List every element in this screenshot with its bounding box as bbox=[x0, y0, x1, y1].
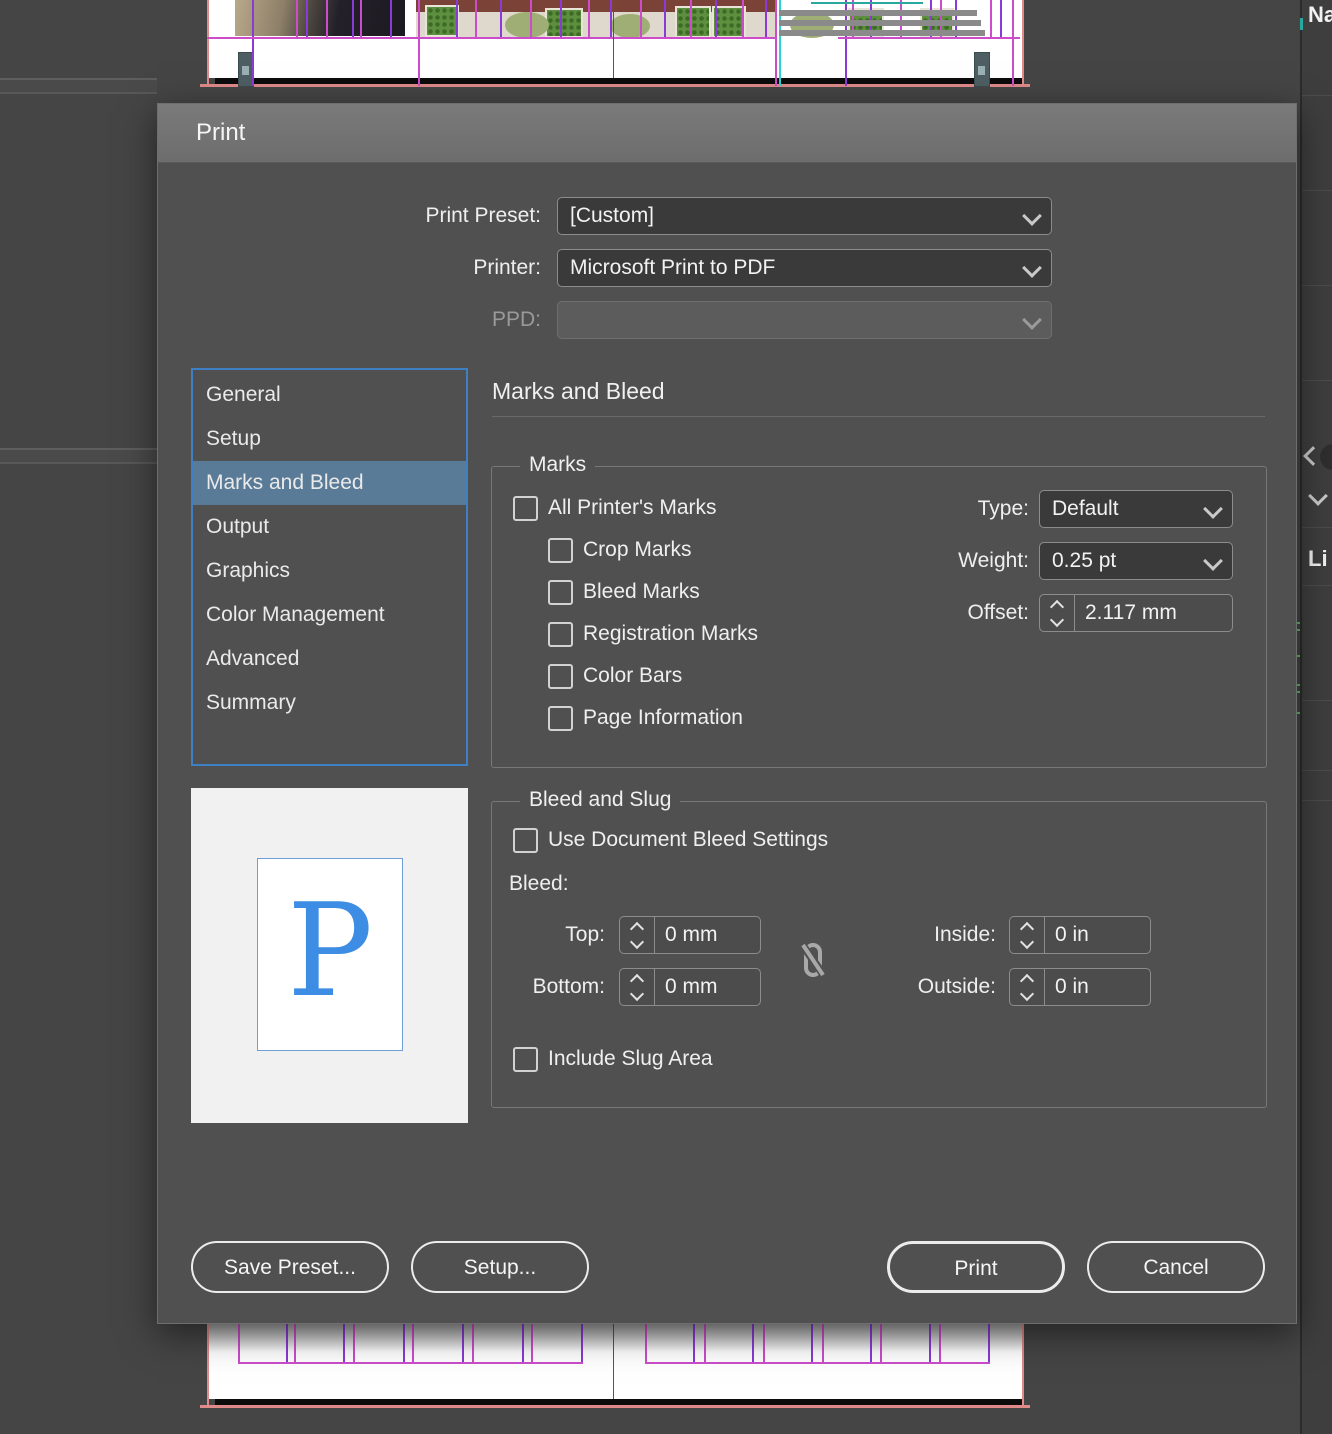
app-panel-separator bbox=[0, 78, 157, 94]
cancel-button[interactable]: Cancel bbox=[1087, 1241, 1265, 1293]
settings-section-list: General Setup Marks and Bleed Output Gra… bbox=[191, 368, 468, 766]
page-marker-right bbox=[974, 52, 990, 87]
sidebar-item-output[interactable]: Output bbox=[193, 505, 466, 549]
bleed-and-slug-legend: Bleed and Slug bbox=[520, 788, 681, 812]
bleed-inside-value[interactable]: 0 in bbox=[1045, 917, 1150, 953]
dialog-shadow-on-page bbox=[207, 1322, 1022, 1352]
spin-down-icon[interactable] bbox=[1019, 934, 1035, 949]
page-information-label: Page Information bbox=[583, 706, 743, 729]
sidebar-item-advanced[interactable]: Advanced bbox=[193, 637, 466, 681]
printer-label: Printer: bbox=[473, 256, 541, 279]
color-bars-checkbox[interactable] bbox=[548, 664, 573, 689]
use-document-bleed-checkbox[interactable] bbox=[513, 828, 538, 853]
print-preset-label: Print Preset: bbox=[425, 204, 541, 227]
sidebar-item-marks-and-bleed[interactable]: Marks and Bleed bbox=[193, 461, 466, 505]
use-document-bleed-label: Use Document Bleed Settings bbox=[548, 828, 829, 851]
spin-down-icon[interactable] bbox=[629, 934, 645, 949]
sidebar-item-summary[interactable]: Summary bbox=[193, 681, 466, 725]
bleed-top-label: Top: bbox=[565, 923, 605, 946]
spin-up-icon[interactable] bbox=[629, 921, 645, 936]
bleed-top-stepper[interactable]: 0 mm bbox=[619, 916, 761, 954]
print-button[interactable]: Print bbox=[887, 1241, 1065, 1293]
app-panel-separator bbox=[0, 448, 157, 464]
bleed-guide-bottom bbox=[200, 1405, 1030, 1408]
crop-marks-checkbox[interactable] bbox=[548, 538, 573, 563]
spin-down-icon[interactable] bbox=[1019, 986, 1035, 1001]
dialog-title: Print bbox=[196, 119, 246, 146]
hallway-photo bbox=[235, 0, 405, 36]
registration-marks-label: Registration Marks bbox=[583, 622, 759, 645]
chevron-down-icon bbox=[1203, 551, 1223, 571]
spin-up-icon[interactable] bbox=[629, 973, 645, 988]
print-preset-value: [Custom] bbox=[570, 204, 655, 227]
offset-value[interactable]: 2.117 mm bbox=[1075, 595, 1232, 631]
printer-value: Microsoft Print to PDF bbox=[570, 256, 776, 279]
bleed-inside-stepper[interactable]: 0 in bbox=[1009, 916, 1151, 954]
include-slug-area-label: Include Slug Area bbox=[548, 1047, 713, 1070]
print-preset-select[interactable]: [Custom] bbox=[557, 197, 1052, 235]
bleed-outside-value[interactable]: 0 in bbox=[1045, 969, 1150, 1005]
page-information-checkbox[interactable] bbox=[548, 706, 573, 731]
ppd-select bbox=[557, 301, 1052, 339]
type-value: Default bbox=[1052, 497, 1119, 520]
offset-label: Offset: bbox=[967, 601, 1029, 624]
ppd-label: PPD: bbox=[491, 308, 541, 331]
print-preview-thumbnail[interactable]: P bbox=[191, 788, 468, 1123]
chevron-down-icon bbox=[1022, 206, 1042, 226]
heading-divider bbox=[492, 416, 1265, 417]
color-bars-label: Color Bars bbox=[583, 664, 683, 687]
bleed-guide-top bbox=[200, 84, 1030, 87]
weight-value: 0.25 pt bbox=[1052, 549, 1117, 572]
bleed-bottom-value[interactable]: 0 mm bbox=[655, 969, 760, 1005]
printer-select[interactable]: Microsoft Print to PDF bbox=[557, 249, 1052, 287]
bleed-top-value[interactable]: 0 mm bbox=[655, 917, 760, 953]
sidebar-item-color-management[interactable]: Color Management bbox=[193, 593, 466, 637]
bleed-inside-label: Inside: bbox=[934, 923, 996, 946]
save-preset-button[interactable]: Save Preset... bbox=[191, 1241, 389, 1293]
chevron-down-icon bbox=[1203, 499, 1223, 519]
print-dialog: Print Print Preset: [Custom] Printer: Mi… bbox=[157, 103, 1297, 1324]
links-panel-header: Li bbox=[1308, 546, 1328, 571]
unlink-icon[interactable] bbox=[796, 937, 830, 983]
marks-group-legend: Marks bbox=[520, 453, 596, 477]
sidebar-item-graphics[interactable]: Graphics bbox=[193, 549, 466, 593]
bleed-outside-label: Outside: bbox=[917, 975, 996, 998]
weight-select[interactable]: 0.25 pt bbox=[1039, 542, 1233, 580]
sidebar-item-general[interactable]: General bbox=[193, 373, 466, 417]
all-printers-marks-checkbox[interactable] bbox=[513, 496, 538, 521]
bleed-outside-stepper[interactable]: 0 in bbox=[1009, 968, 1151, 1006]
layers-name-column-header: Na bbox=[1308, 2, 1332, 27]
page-title: Marks and Bleed bbox=[492, 378, 665, 404]
spin-down-icon[interactable] bbox=[1049, 612, 1065, 627]
docked-panel-strip bbox=[1300, 0, 1332, 1434]
spin-up-icon[interactable] bbox=[1019, 921, 1035, 936]
bleed-label: Bleed: bbox=[509, 872, 569, 895]
offset-stepper[interactable]: 2.117 mm bbox=[1039, 594, 1233, 632]
sidebar-item-setup[interactable]: Setup bbox=[193, 417, 466, 461]
chevron-down-icon bbox=[1022, 258, 1042, 278]
spin-down-icon[interactable] bbox=[629, 986, 645, 1001]
all-printers-marks-label: All Printer's Marks bbox=[548, 496, 717, 519]
teal-bracket-mark bbox=[1300, 18, 1303, 30]
bleed-bottom-label: Bottom: bbox=[532, 975, 605, 998]
type-select[interactable]: Default bbox=[1039, 490, 1233, 528]
spin-up-icon[interactable] bbox=[1049, 599, 1065, 614]
type-label: Type: bbox=[977, 497, 1029, 520]
bleed-marks-checkbox[interactable] bbox=[548, 580, 573, 605]
registration-marks-checkbox[interactable] bbox=[548, 622, 573, 647]
dialog-titlebar[interactable]: Print bbox=[158, 104, 1296, 163]
include-slug-area-checkbox[interactable] bbox=[513, 1047, 538, 1072]
weight-label: Weight: bbox=[958, 549, 1029, 572]
bleed-marks-label: Bleed Marks bbox=[583, 580, 700, 603]
preview-letter: P bbox=[286, 877, 374, 1026]
chevron-down-icon bbox=[1022, 310, 1042, 330]
bleed-bottom-stepper[interactable]: 0 mm bbox=[619, 968, 761, 1006]
setup-button[interactable]: Setup... bbox=[411, 1241, 589, 1293]
preview-page: P bbox=[257, 858, 403, 1051]
crop-marks-label: Crop Marks bbox=[583, 538, 692, 561]
spin-up-icon[interactable] bbox=[1019, 973, 1035, 988]
